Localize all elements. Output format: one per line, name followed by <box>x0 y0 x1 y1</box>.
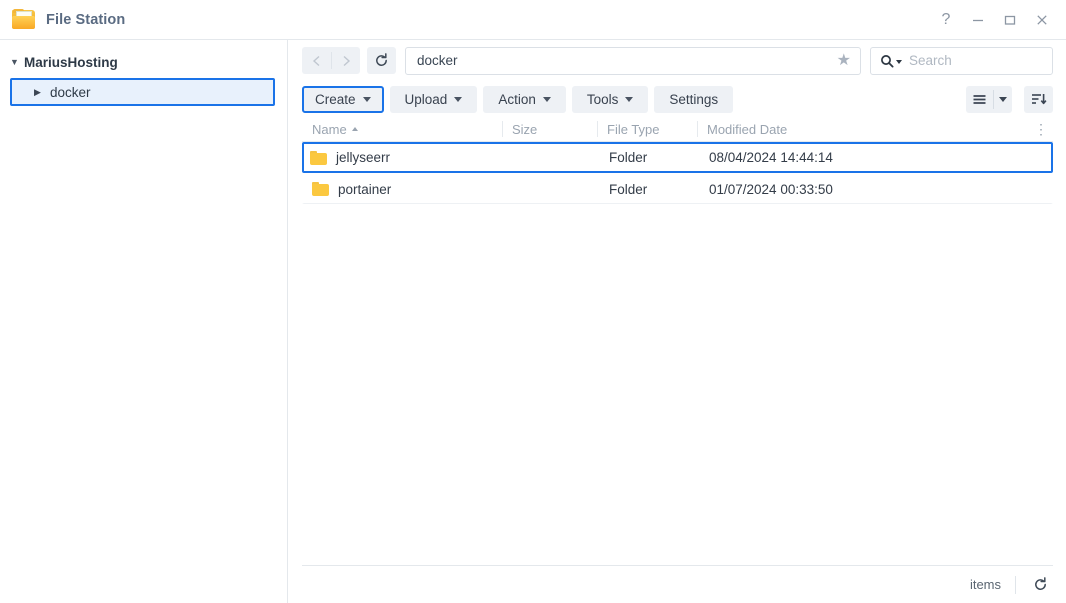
chevron-down-icon <box>625 96 634 102</box>
file-type-cell: Folder <box>609 181 648 197</box>
table-row[interactable]: portainer Folder 01/07/2024 00:33:50 <box>302 173 1053 204</box>
column-header-name[interactable]: Name <box>302 117 502 142</box>
file-name-cell: portainer <box>304 182 504 197</box>
sidebar-item-docker[interactable]: ▶ docker <box>10 78 275 106</box>
maximize-icon[interactable] <box>994 4 1026 36</box>
column-options-icon[interactable]: ⋮ <box>1029 122 1053 136</box>
chevron-down-icon <box>454 96 463 102</box>
sort-order-icon[interactable] <box>1024 85 1053 113</box>
tools-button-label: Tools <box>586 91 619 107</box>
view-mode-group <box>966 85 1012 113</box>
status-bar: items <box>302 565 1053 603</box>
item-count-label: items <box>969 577 1001 592</box>
main-panel: docker ★ Create Upload <box>288 40 1066 603</box>
sidebar: ▼ MariusHosting ▶ docker <box>0 40 288 603</box>
settings-button[interactable]: Settings <box>654 85 734 113</box>
create-button-label: Create <box>315 91 356 107</box>
window-body: ▼ MariusHosting ▶ docker docker ★ Search… <box>0 40 1066 603</box>
status-divider <box>1015 575 1016 594</box>
caret-right-icon[interactable]: ▶ <box>34 87 50 97</box>
search-input[interactable] <box>909 53 1066 68</box>
action-button[interactable]: Action <box>483 85 566 113</box>
file-name-cell: jellyseerr <box>304 150 504 165</box>
search-icon[interactable] <box>880 54 894 68</box>
list-view-icon[interactable] <box>966 86 993 113</box>
folder-icon <box>12 8 36 31</box>
file-name-label: jellyseerr <box>336 150 391 165</box>
forward-icon[interactable] <box>331 47 360 74</box>
sidebar-item-label: docker <box>50 84 91 100</box>
upload-button[interactable]: Upload <box>389 85 478 113</box>
path-value: docker <box>417 53 458 68</box>
file-list: Name Size File Type Modified Date ⋮ jell… <box>288 117 1066 565</box>
file-date-cell: 08/04/2024 14:44:14 <box>709 150 833 165</box>
upload-button-label: Upload <box>404 91 448 107</box>
file-list-header: Name Size File Type Modified Date ⋮ <box>302 117 1053 142</box>
search-dropdown-icon[interactable] <box>896 59 902 64</box>
folder-icon <box>312 182 329 196</box>
sidebar-root-label: MariusHosting <box>24 54 118 70</box>
favorite-star-icon[interactable]: ★ <box>837 52 851 69</box>
create-button[interactable]: Create <box>302 85 384 113</box>
window-controls: ? <box>930 0 1058 40</box>
help-icon[interactable]: ? <box>930 4 962 36</box>
file-station-window: File Station ? ▼ MariusHosting ▶ docker … <box>0 0 1066 603</box>
table-row[interactable]: jellyseerr Folder 08/04/2024 14:44:14 <box>302 142 1053 173</box>
close-icon[interactable] <box>1026 4 1058 36</box>
app-title: File Station <box>46 11 126 28</box>
status-refresh-icon[interactable] <box>1029 574 1051 596</box>
settings-button-label: Settings <box>669 91 719 107</box>
sort-ascending-icon <box>351 127 358 131</box>
column-header-file-type[interactable]: File Type <box>597 117 697 142</box>
file-type-cell: Folder <box>609 150 648 165</box>
sidebar-item-mariushosting[interactable]: ▼ MariusHosting <box>0 50 287 74</box>
column-header-name-label: Name <box>312 121 347 137</box>
folder-icon <box>310 150 327 165</box>
action-button-label: Action <box>498 91 536 107</box>
navigation-bar: docker ★ <box>288 40 1066 81</box>
back-icon[interactable] <box>302 47 331 74</box>
path-bar[interactable]: docker ★ <box>405 46 861 75</box>
column-header-modified-date-label: Modified Date <box>707 121 788 137</box>
nav-button-group <box>302 47 360 74</box>
chevron-down-icon <box>362 96 371 102</box>
file-date-cell: 01/07/2024 00:33:50 <box>709 181 833 197</box>
refresh-icon[interactable] <box>367 47 396 74</box>
column-header-size[interactable]: Size <box>502 117 597 142</box>
minimize-icon[interactable] <box>962 4 994 36</box>
column-header-file-type-label: File Type <box>607 121 660 137</box>
chevron-down-icon <box>542 96 551 102</box>
view-mode-dropdown-icon[interactable] <box>993 86 1012 113</box>
column-header-size-label: Size <box>512 121 538 137</box>
tools-button[interactable]: Tools <box>571 85 649 113</box>
file-list-rows: jellyseerr Folder 08/04/2024 14:44:14 po… <box>302 142 1053 565</box>
column-header-modified-date[interactable]: Modified Date <box>697 117 1029 142</box>
search-box[interactable] <box>870 46 1066 75</box>
action-toolbar: Create Upload Action Tools Settings <box>288 81 1066 117</box>
title-bar: File Station ? <box>0 0 1066 40</box>
caret-down-icon[interactable]: ▼ <box>10 57 24 67</box>
file-name-label: portainer <box>338 181 392 197</box>
